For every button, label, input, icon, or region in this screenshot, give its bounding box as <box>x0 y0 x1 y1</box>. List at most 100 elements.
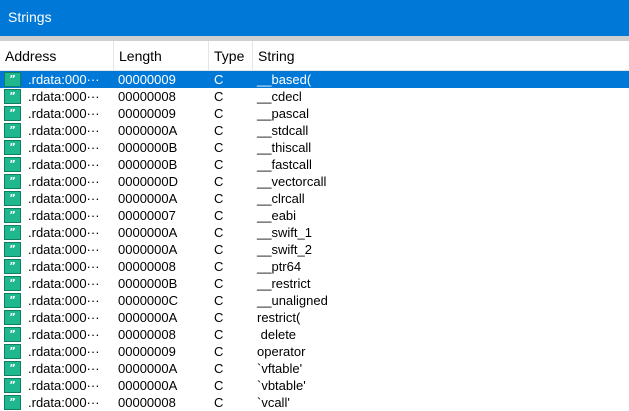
type-cell: C <box>214 378 224 393</box>
address-cell: .rdata:000··· <box>28 378 100 393</box>
table-row[interactable]: ” .rdata:000··· 00000009 C __pascal <box>0 105 629 122</box>
table-row[interactable]: ” .rdata:000··· 0000000A Crestrict( <box>0 309 629 326</box>
type-cell: C <box>214 276 224 291</box>
address-cell: .rdata:000··· <box>28 276 100 291</box>
table-header: Address Length Type String <box>0 41 629 71</box>
length-cell: 0000000B <box>118 140 178 155</box>
string-cell: __fastcall <box>257 157 312 172</box>
length-cell: 0000000B <box>118 157 178 172</box>
string-cell: operator <box>257 344 306 359</box>
length-cell: 00000008 <box>118 395 176 410</box>
window-title: Strings <box>8 9 52 25</box>
column-header-length[interactable]: Length <box>114 41 209 70</box>
string-cell: __thiscall <box>257 140 312 155</box>
column-header-string[interactable]: String <box>253 41 629 70</box>
table-row[interactable]: ” .rdata:000··· 00000009 Coperator <box>0 343 629 360</box>
length-cell: 0000000A <box>118 310 178 325</box>
string-cell: __eabi <box>257 208 297 223</box>
string-cell: __vectorcall <box>257 174 327 189</box>
address-cell: .rdata:000··· <box>28 293 100 308</box>
type-cell: C <box>214 395 224 410</box>
column-header-type[interactable]: Type <box>209 41 253 70</box>
length-cell: 0000000A <box>118 378 178 393</box>
table-row[interactable]: ” .rdata:000··· 00000008 C `vcall' <box>0 394 629 411</box>
table-row[interactable]: ” .rdata:000··· 0000000C C __unaligned <box>0 292 629 309</box>
address-cell: .rdata:000··· <box>28 208 100 223</box>
string-icon: ” <box>4 106 21 121</box>
table-row[interactable]: ” .rdata:000··· 0000000A C __stdcall <box>0 122 629 139</box>
string-icon: ” <box>4 72 21 87</box>
string-icon: ” <box>4 89 21 104</box>
type-cell: C <box>214 344 224 359</box>
type-cell: C <box>214 72 224 87</box>
table-row[interactable]: ” .rdata:000··· 0000000B C __restrict <box>0 275 629 292</box>
table-row[interactable]: ” .rdata:000··· 00000008 C __cdecl <box>0 88 629 105</box>
table-row[interactable]: ” .rdata:000··· 0000000B C __thiscall <box>0 139 629 156</box>
string-cell: __unaligned <box>257 293 328 308</box>
length-cell: 0000000A <box>118 123 178 138</box>
string-cell: __cdecl <box>257 89 302 104</box>
table-row[interactable]: ” .rdata:000··· 0000000A C `vbtable' <box>0 377 629 394</box>
type-cell: C <box>214 225 224 240</box>
address-cell: .rdata:000··· <box>28 89 100 104</box>
table-row[interactable]: ” .rdata:000··· 0000000D C __vectorcall <box>0 173 629 190</box>
string-icon: ” <box>4 327 21 342</box>
length-cell: 0000000A <box>118 361 178 376</box>
length-cell: 00000008 <box>118 89 176 104</box>
string-cell: __ptr64 <box>257 259 302 274</box>
type-cell: C <box>214 157 224 172</box>
string-icon: ” <box>4 208 21 223</box>
type-cell: C <box>214 140 224 155</box>
address-cell: .rdata:000··· <box>28 242 100 257</box>
string-cell: `vcall' <box>257 395 290 410</box>
type-cell: C <box>214 174 224 189</box>
string-cell: delete <box>257 327 297 342</box>
string-icon: ” <box>4 157 21 172</box>
length-cell: 00000009 <box>118 344 176 359</box>
type-cell: C <box>214 208 224 223</box>
type-cell: C <box>214 242 224 257</box>
address-cell: .rdata:000··· <box>28 106 100 121</box>
address-cell: .rdata:000··· <box>28 123 100 138</box>
length-cell: 00000009 <box>118 106 176 121</box>
string-icon: ” <box>4 191 21 206</box>
string-cell: __swift_2 <box>257 242 312 257</box>
string-cell: __based( <box>257 72 312 87</box>
type-cell: C <box>214 106 224 121</box>
table-row[interactable]: ” .rdata:000··· 0000000B C __fastcall <box>0 156 629 173</box>
string-icon: ” <box>4 276 21 291</box>
string-cell: restrict( <box>257 310 301 325</box>
length-cell: 0000000A <box>118 191 178 206</box>
type-cell: C <box>214 361 224 376</box>
length-cell: 00000008 <box>118 259 176 274</box>
string-cell: __pascal <box>257 106 310 121</box>
string-cell: __restrict <box>257 276 311 291</box>
string-icon: ” <box>4 259 21 274</box>
address-cell: .rdata:000··· <box>28 191 100 206</box>
table-row[interactable]: ” .rdata:000··· 0000000A C __swift_1 <box>0 224 629 241</box>
string-cell: __stdcall <box>257 123 309 138</box>
table-row[interactable]: ” .rdata:000··· 0000000A C `vftable' <box>0 360 629 377</box>
address-cell: .rdata:000··· <box>28 72 100 87</box>
table-row[interactable]: ” .rdata:000··· 00000008 C delete <box>0 326 629 343</box>
table-row[interactable]: ” .rdata:000··· 00000007 C __eabi <box>0 207 629 224</box>
string-icon: ” <box>4 361 21 376</box>
table-row[interactable]: ” .rdata:000··· 0000000A C __swift_2 <box>0 241 629 258</box>
length-cell: 0000000D <box>118 174 178 189</box>
address-cell: .rdata:000··· <box>28 327 100 342</box>
address-cell: .rdata:000··· <box>28 310 100 325</box>
length-cell: 0000000A <box>118 242 178 257</box>
type-cell: C <box>214 123 224 138</box>
string-icon: ” <box>4 242 21 257</box>
address-cell: .rdata:000··· <box>28 174 100 189</box>
column-header-address[interactable]: Address <box>0 41 114 70</box>
table-row[interactable]: ” .rdata:000··· 00000009 C __based( <box>0 71 629 88</box>
table-row[interactable]: ” .rdata:000··· 0000000A C __clrcall <box>0 190 629 207</box>
table-row[interactable]: ” .rdata:000··· 00000008 C __ptr64 <box>0 258 629 275</box>
string-icon: ” <box>4 225 21 240</box>
length-cell: 0000000C <box>118 293 178 308</box>
window-title-bar: Strings <box>0 0 629 36</box>
address-cell: .rdata:000··· <box>28 157 100 172</box>
string-cell: __swift_1 <box>257 225 312 240</box>
type-cell: C <box>214 259 224 274</box>
